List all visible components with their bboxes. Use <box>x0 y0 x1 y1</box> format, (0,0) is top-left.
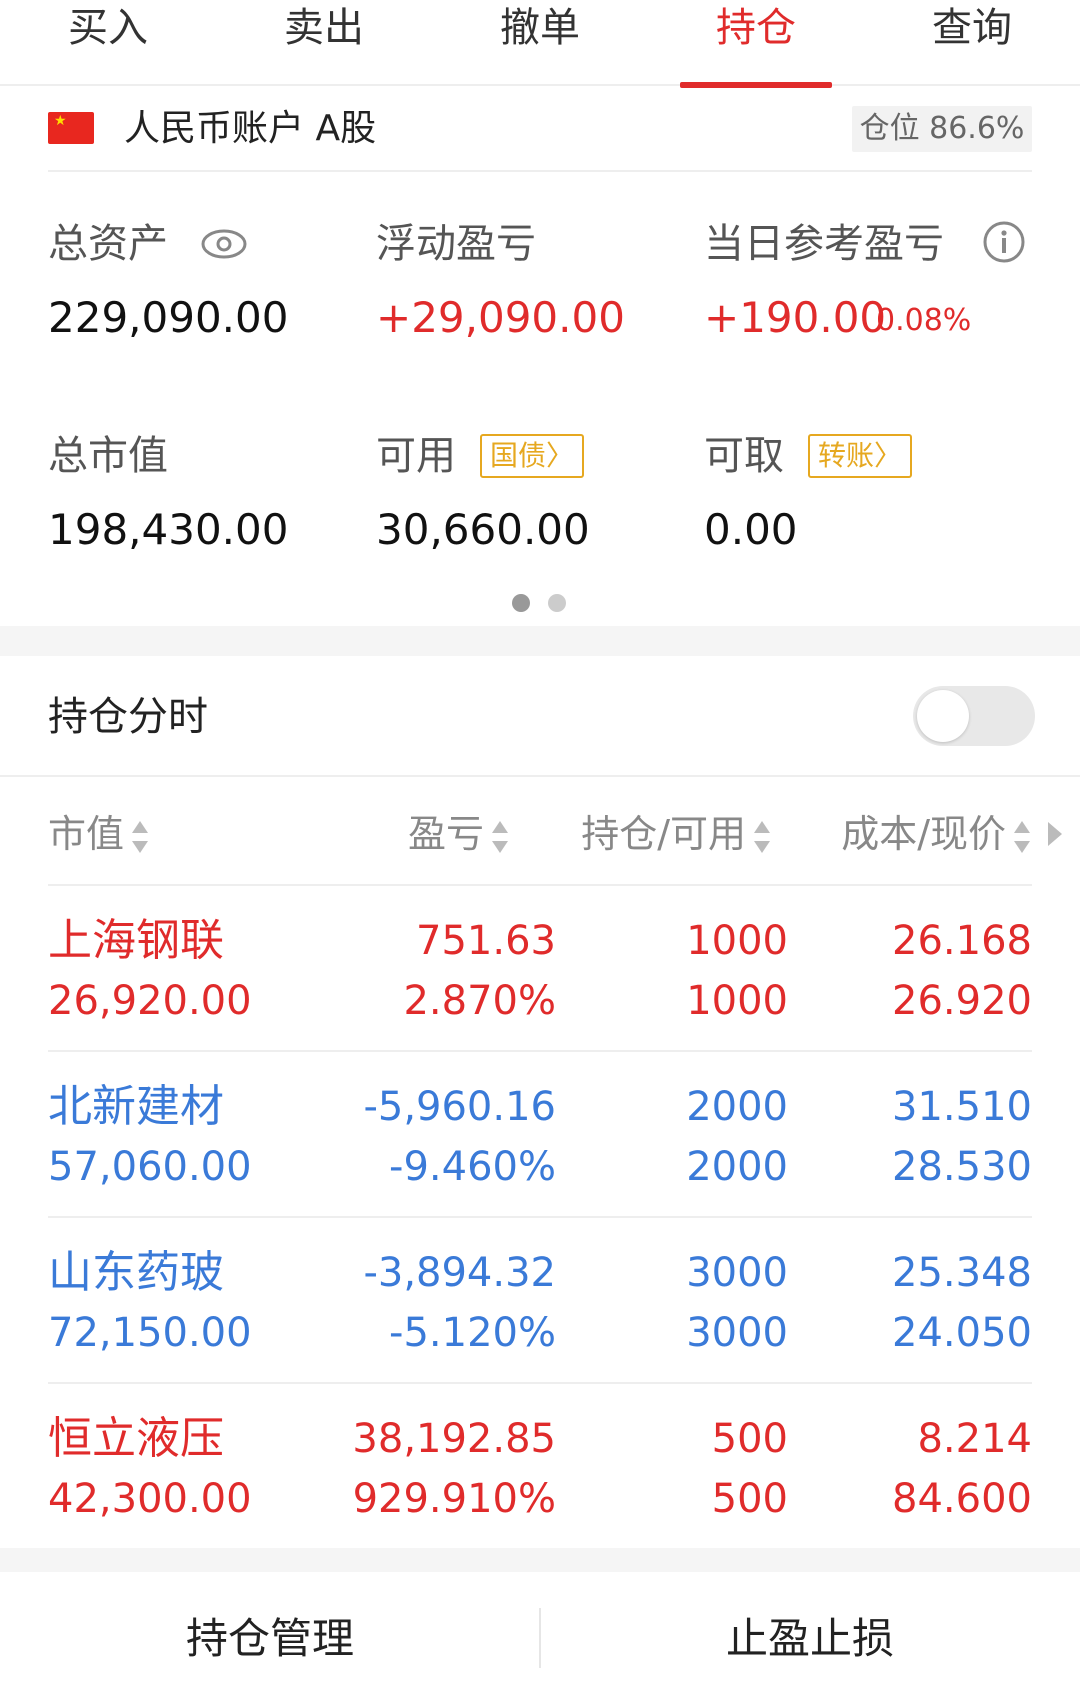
available-value: 30,660.00 <box>376 505 590 554</box>
stock-profit-loss: -3,894.32 <box>363 1250 556 1296</box>
header-cost-price[interactable]: 成本/现价 <box>841 808 1032 860</box>
stock-cost: 8.214 <box>917 1416 1032 1462</box>
available-label: 可用 <box>376 433 456 479</box>
stock-position: 2000 <box>686 1084 788 1130</box>
tab-query[interactable]: 查询 <box>864 0 1080 86</box>
chevron-right-icon: 〉 <box>546 439 575 472</box>
toggle-knob <box>917 690 969 742</box>
transfer-button[interactable]: 转账〉 <box>808 434 913 478</box>
stock-cost: 26.168 <box>892 918 1032 964</box>
intraday-toggle[interactable] <box>913 686 1035 746</box>
stock-position: 500 <box>711 1416 788 1462</box>
stop-profit-loss-button[interactable]: 止盈止损 <box>540 1572 1080 1705</box>
daily-pl-label: 当日参考盈亏 <box>704 221 944 267</box>
withdrawable-value: 0.00 <box>704 505 798 554</box>
stock-profit-loss: -5,960.16 <box>363 1084 556 1130</box>
info-icon[interactable] <box>982 220 1026 264</box>
position-ratio-badge: 仓位 86.6% <box>852 106 1032 152</box>
stock-available: 2000 <box>686 1144 788 1190</box>
eye-icon[interactable] <box>200 227 248 261</box>
tab-cancel[interactable]: 撤单 <box>432 0 648 86</box>
carousel-dot[interactable] <box>512 594 530 612</box>
stock-price: 26.920 <box>892 978 1032 1024</box>
intraday-row: 持仓分时 <box>0 655 1080 777</box>
stock-name: 恒立液压 <box>48 1413 224 1464</box>
stock-available: 500 <box>711 1476 788 1522</box>
stock-name: 北新建材 <box>48 1081 224 1132</box>
bottom-action-bar: 持仓管理 止盈止损 <box>0 1572 1080 1705</box>
holding-row[interactable]: 上海钢联 26,920.00 751.63 2.870% 1000 1000 2… <box>48 886 1032 1052</box>
stock-profit-loss-percent: 2.870% <box>403 978 556 1024</box>
holding-row[interactable]: 北新建材 57,060.00 -5,960.16 -9.460% 2000 20… <box>48 1052 1032 1218</box>
holding-row[interactable]: 恒立液压 42,300.00 38,192.85 929.910% 500 50… <box>48 1384 1032 1550</box>
holding-row[interactable]: 山东药玻 72,150.00 -3,894.32 -5.120% 3000 30… <box>48 1218 1032 1384</box>
tab-buy[interactable]: 买入 <box>0 0 216 86</box>
daily-pl-percent: 0.08% <box>876 303 972 338</box>
stock-market-value: 57,060.00 <box>48 1144 252 1190</box>
section-divider <box>0 626 1080 656</box>
account-row[interactable]: ★ 人民币账户 A股 仓位 86.6% <box>48 104 1032 172</box>
stock-price: 24.050 <box>892 1310 1032 1356</box>
stock-profit-loss-percent: -5.120% <box>389 1310 556 1356</box>
market-value-label: 总市值 <box>48 433 168 479</box>
stock-available: 3000 <box>686 1310 788 1356</box>
section-divider <box>0 1548 1080 1572</box>
bond-button-label: 国债 <box>490 439 547 472</box>
market-value-value: 198,430.00 <box>48 505 289 554</box>
position-manage-button[interactable]: 持仓管理 <box>0 1572 540 1705</box>
stock-position: 3000 <box>686 1250 788 1296</box>
stock-available: 1000 <box>686 978 788 1024</box>
sort-icon <box>754 820 770 853</box>
sort-icon <box>1014 820 1030 853</box>
total-assets-label: 总资产 <box>48 221 168 267</box>
header-market-value[interactable]: 市值 <box>48 808 150 860</box>
carousel-dot[interactable] <box>548 594 566 612</box>
daily-pl-value: +190.00 <box>704 293 887 342</box>
stock-profit-loss-percent: -9.460% <box>389 1144 556 1190</box>
scroll-right-icon[interactable] <box>1046 820 1064 848</box>
trade-tabs: 买入 卖出 撤单 持仓 查询 <box>0 0 1080 88</box>
transfer-button-label: 转账 <box>818 439 875 472</box>
bond-button[interactable]: 国债〉 <box>480 434 585 478</box>
withdrawable-label: 可取 <box>704 433 784 479</box>
stock-name: 山东药玻 <box>48 1247 224 1298</box>
stock-cost: 31.510 <box>892 1084 1032 1130</box>
stock-price: 28.530 <box>892 1144 1032 1190</box>
carousel-indicator <box>512 594 566 612</box>
intraday-label: 持仓分时 <box>48 694 208 740</box>
stock-position: 1000 <box>686 918 788 964</box>
floating-pl-label: 浮动盈亏 <box>376 221 536 267</box>
chevron-right-icon: 〉 <box>874 439 903 472</box>
stock-cost: 25.348 <box>892 1250 1032 1296</box>
sort-icon <box>132 820 149 853</box>
tab-sell[interactable]: 卖出 <box>216 0 432 86</box>
stock-name: 上海钢联 <box>48 915 224 966</box>
stock-market-value: 26,920.00 <box>48 978 252 1024</box>
header-profit-loss[interactable]: 盈亏 <box>408 808 510 860</box>
stock-profit-loss: 38,192.85 <box>352 1416 556 1462</box>
header-position-available[interactable]: 持仓/可用 <box>581 808 772 860</box>
china-flag-icon: ★ <box>48 112 94 144</box>
stock-profit-loss: 751.63 <box>416 918 556 964</box>
floating-pl-value: +29,090.00 <box>376 293 625 342</box>
account-name: 人民币账户 A股 <box>124 108 377 149</box>
stock-market-value: 72,150.00 <box>48 1310 252 1356</box>
sort-icon <box>492 820 508 853</box>
stock-market-value: 42,300.00 <box>48 1476 252 1522</box>
tab-holdings[interactable]: 持仓 <box>648 0 864 88</box>
stock-price: 84.600 <box>892 1476 1032 1522</box>
stock-profit-loss-percent: 929.910% <box>352 1476 556 1522</box>
total-assets-value: 229,090.00 <box>48 293 289 342</box>
holdings-table-header: 市值 盈亏 持仓/可用 成本/现价 <box>0 780 1080 886</box>
